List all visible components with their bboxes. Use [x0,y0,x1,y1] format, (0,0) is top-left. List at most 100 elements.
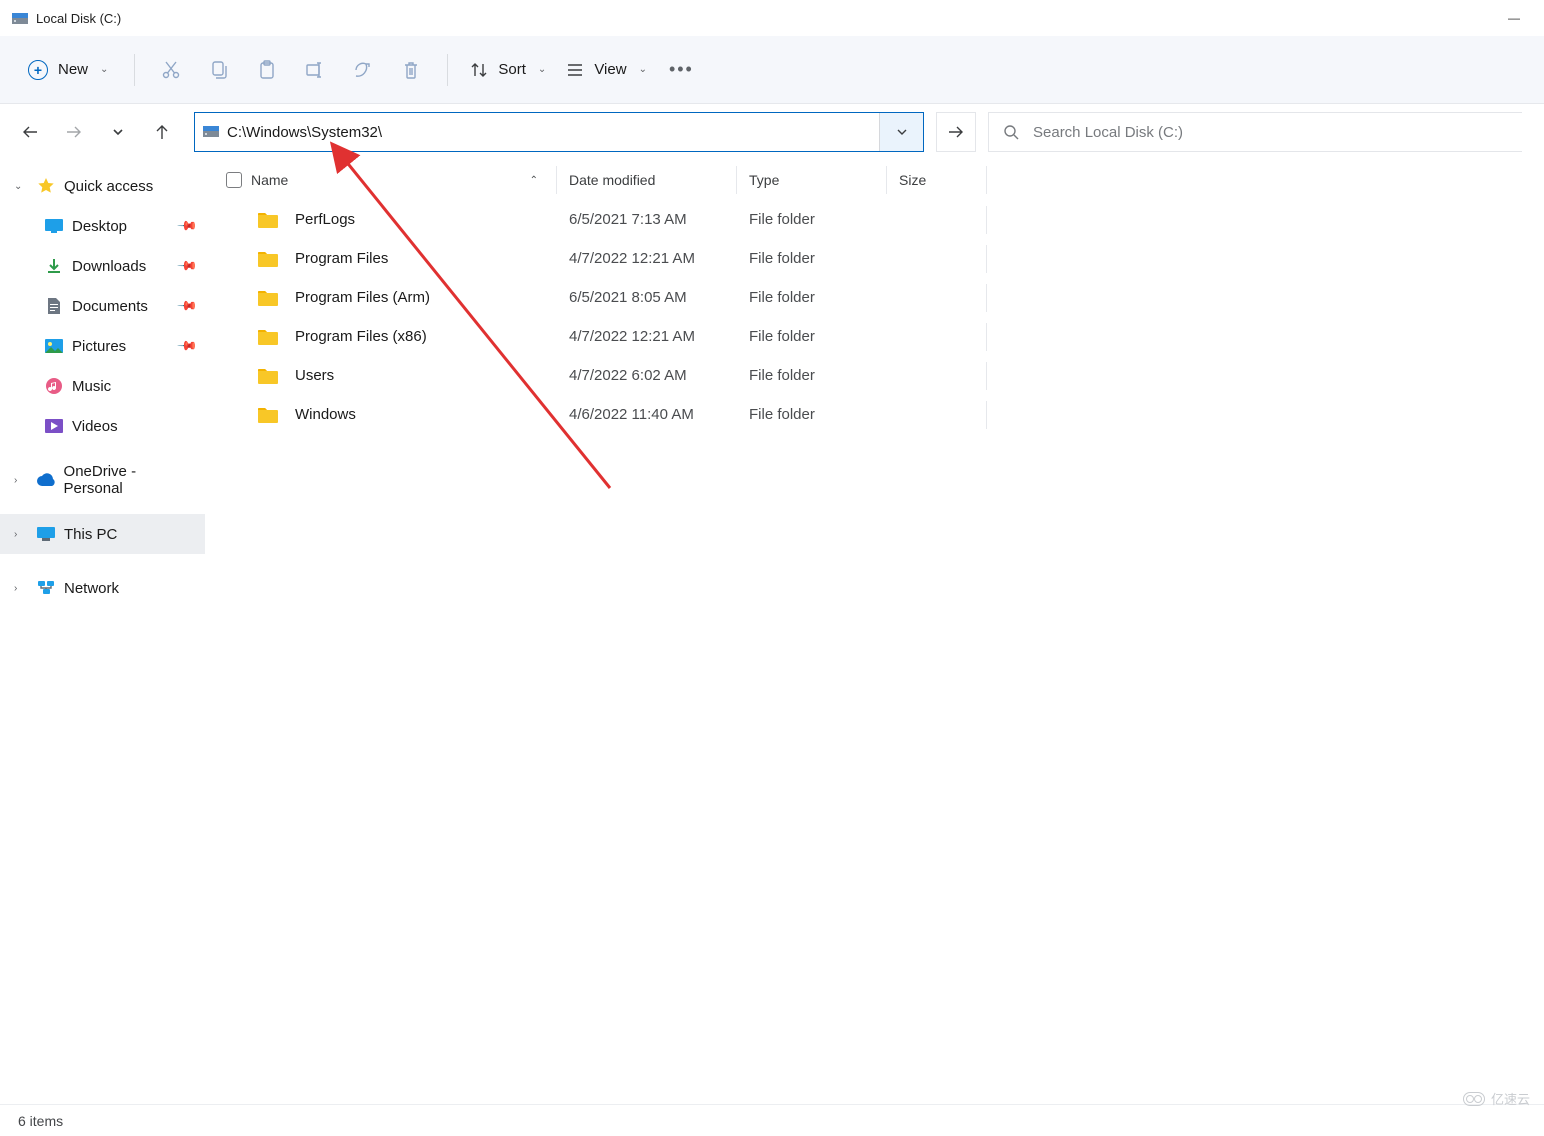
rename-button[interactable] [295,50,335,90]
table-row[interactable]: Windows 4/6/2022 11:40 AMFile folder [205,395,1544,434]
folder-icon [257,289,279,307]
file-date: 6/5/2021 7:13 AM [557,211,737,228]
file-name: Windows [295,406,356,423]
file-list: Name ⌃ Date modified Type Size PerfLogs 6… [205,160,1544,1104]
address-text[interactable]: C:\Windows\System32\ [227,124,871,141]
table-row[interactable]: Program Files (Arm) 6/5/2021 8:05 AMFile … [205,278,1544,317]
column-header-name[interactable]: Name ⌃ [247,166,557,194]
sidebar-item-music[interactable]: Music [0,366,205,406]
sidebar-quick-access[interactable]: ⌄ Quick access [0,166,205,206]
cut-button[interactable] [151,50,191,90]
paste-button[interactable] [247,50,287,90]
sort-icon [470,61,488,79]
download-icon [44,256,64,276]
address-history-button[interactable] [879,113,923,151]
column-header-row: Name ⌃ Date modified Type Size [205,160,1544,200]
folder-icon [257,250,279,268]
file-date: 4/7/2022 6:02 AM [557,367,737,384]
file-name: Program Files (Arm) [295,289,430,306]
column-header-size[interactable]: Size [887,166,987,194]
sort-asc-icon: ⌃ [530,175,538,186]
title-bar: Local Disk (C:) — [0,0,1544,36]
file-name: Users [295,367,334,384]
table-row[interactable]: Users 4/7/2022 6:02 AMFile folder [205,356,1544,395]
drive-icon [12,12,28,26]
file-type: File folder [737,250,887,267]
folder-icon [257,328,279,346]
network-icon [36,578,56,598]
pc-icon [36,524,56,544]
chevron-down-icon: ⌄ [639,64,647,75]
file-date: 4/6/2022 11:40 AM [557,406,737,423]
table-row[interactable]: Program Files 4/7/2022 12:21 AMFile folde… [205,239,1544,278]
file-type: File folder [737,406,887,423]
sidebar-network[interactable]: › Network [0,568,205,608]
divider [134,54,135,86]
file-type: File folder [737,328,887,345]
column-header-date[interactable]: Date modified [557,166,737,194]
chevron-down-icon: ⌄ [100,64,108,75]
sidebar-item-videos[interactable]: Videos [0,406,205,446]
column-header-type[interactable]: Type [737,166,887,194]
address-bar[interactable]: C:\Windows\System32\ [194,112,924,152]
pin-icon: 📌 [176,215,199,238]
desktop-icon [44,216,64,236]
watermark-icon [1463,1092,1485,1106]
share-button[interactable] [343,50,383,90]
chevron-right-icon: › [14,475,28,486]
search-box[interactable]: Search Local Disk (C:) [988,112,1522,152]
navigation-pane: ⌄ Quick access Desktop 📌 Downloads 📌 Doc… [0,160,205,1104]
sidebar-item-downloads[interactable]: Downloads 📌 [0,246,205,286]
sidebar-onedrive[interactable]: › OneDrive - Personal [0,460,205,500]
music-icon [44,376,64,396]
navigation-row: C:\Windows\System32\ Search Local Disk (… [0,104,1544,160]
file-date: 4/7/2022 12:21 AM [557,250,737,267]
search-icon [1003,124,1019,140]
sort-button[interactable]: Sort ⌄ [464,53,552,87]
sidebar-item-desktop[interactable]: Desktop 📌 [0,206,205,246]
chevron-down-icon: ⌄ [14,181,28,192]
file-type: File folder [737,367,887,384]
star-icon [36,176,56,196]
watermark: 亿速云 [1463,1089,1530,1108]
back-button[interactable] [10,112,50,152]
minimize-button[interactable]: — [1496,3,1532,33]
chevron-right-icon: › [14,583,28,594]
file-name: Program Files (x86) [295,328,427,345]
sidebar-item-documents[interactable]: Documents 📌 [0,286,205,326]
search-placeholder: Search Local Disk (C:) [1033,124,1183,141]
file-name: PerfLogs [295,211,355,228]
drive-icon [203,125,219,139]
videos-icon [44,416,64,436]
go-button[interactable] [936,112,976,152]
file-type: File folder [737,211,887,228]
view-icon [566,61,584,79]
file-date: 4/7/2022 12:21 AM [557,328,737,345]
cloud-icon [36,470,56,490]
folder-icon [257,367,279,385]
overflow-button[interactable]: ••• [661,51,702,88]
delete-button[interactable] [391,50,431,90]
folder-icon [257,406,279,424]
file-type: File folder [737,289,887,306]
table-row[interactable]: PerfLogs 6/5/2021 7:13 AMFile folder [205,200,1544,239]
recent-button[interactable] [98,112,138,152]
table-row[interactable]: Program Files (x86) 4/7/2022 12:21 AMFile… [205,317,1544,356]
select-all-checkbox[interactable] [226,172,242,188]
forward-button[interactable] [54,112,94,152]
status-bar: 6 items [0,1104,1544,1136]
new-button[interactable]: + New ⌄ [18,52,118,88]
copy-button[interactable] [199,50,239,90]
file-date: 6/5/2021 8:05 AM [557,289,737,306]
sidebar-item-pictures[interactable]: Pictures 📌 [0,326,205,366]
pin-icon: 📌 [176,255,199,278]
document-icon [44,296,64,316]
divider [447,54,448,86]
pin-icon: 📌 [176,295,199,318]
item-count: 6 items [18,1113,63,1129]
sidebar-this-pc[interactable]: › This PC [0,514,205,554]
view-button[interactable]: View ⌄ [560,53,653,87]
file-name: Program Files [295,250,388,267]
chevron-down-icon: ⌄ [538,64,546,75]
up-button[interactable] [142,112,182,152]
